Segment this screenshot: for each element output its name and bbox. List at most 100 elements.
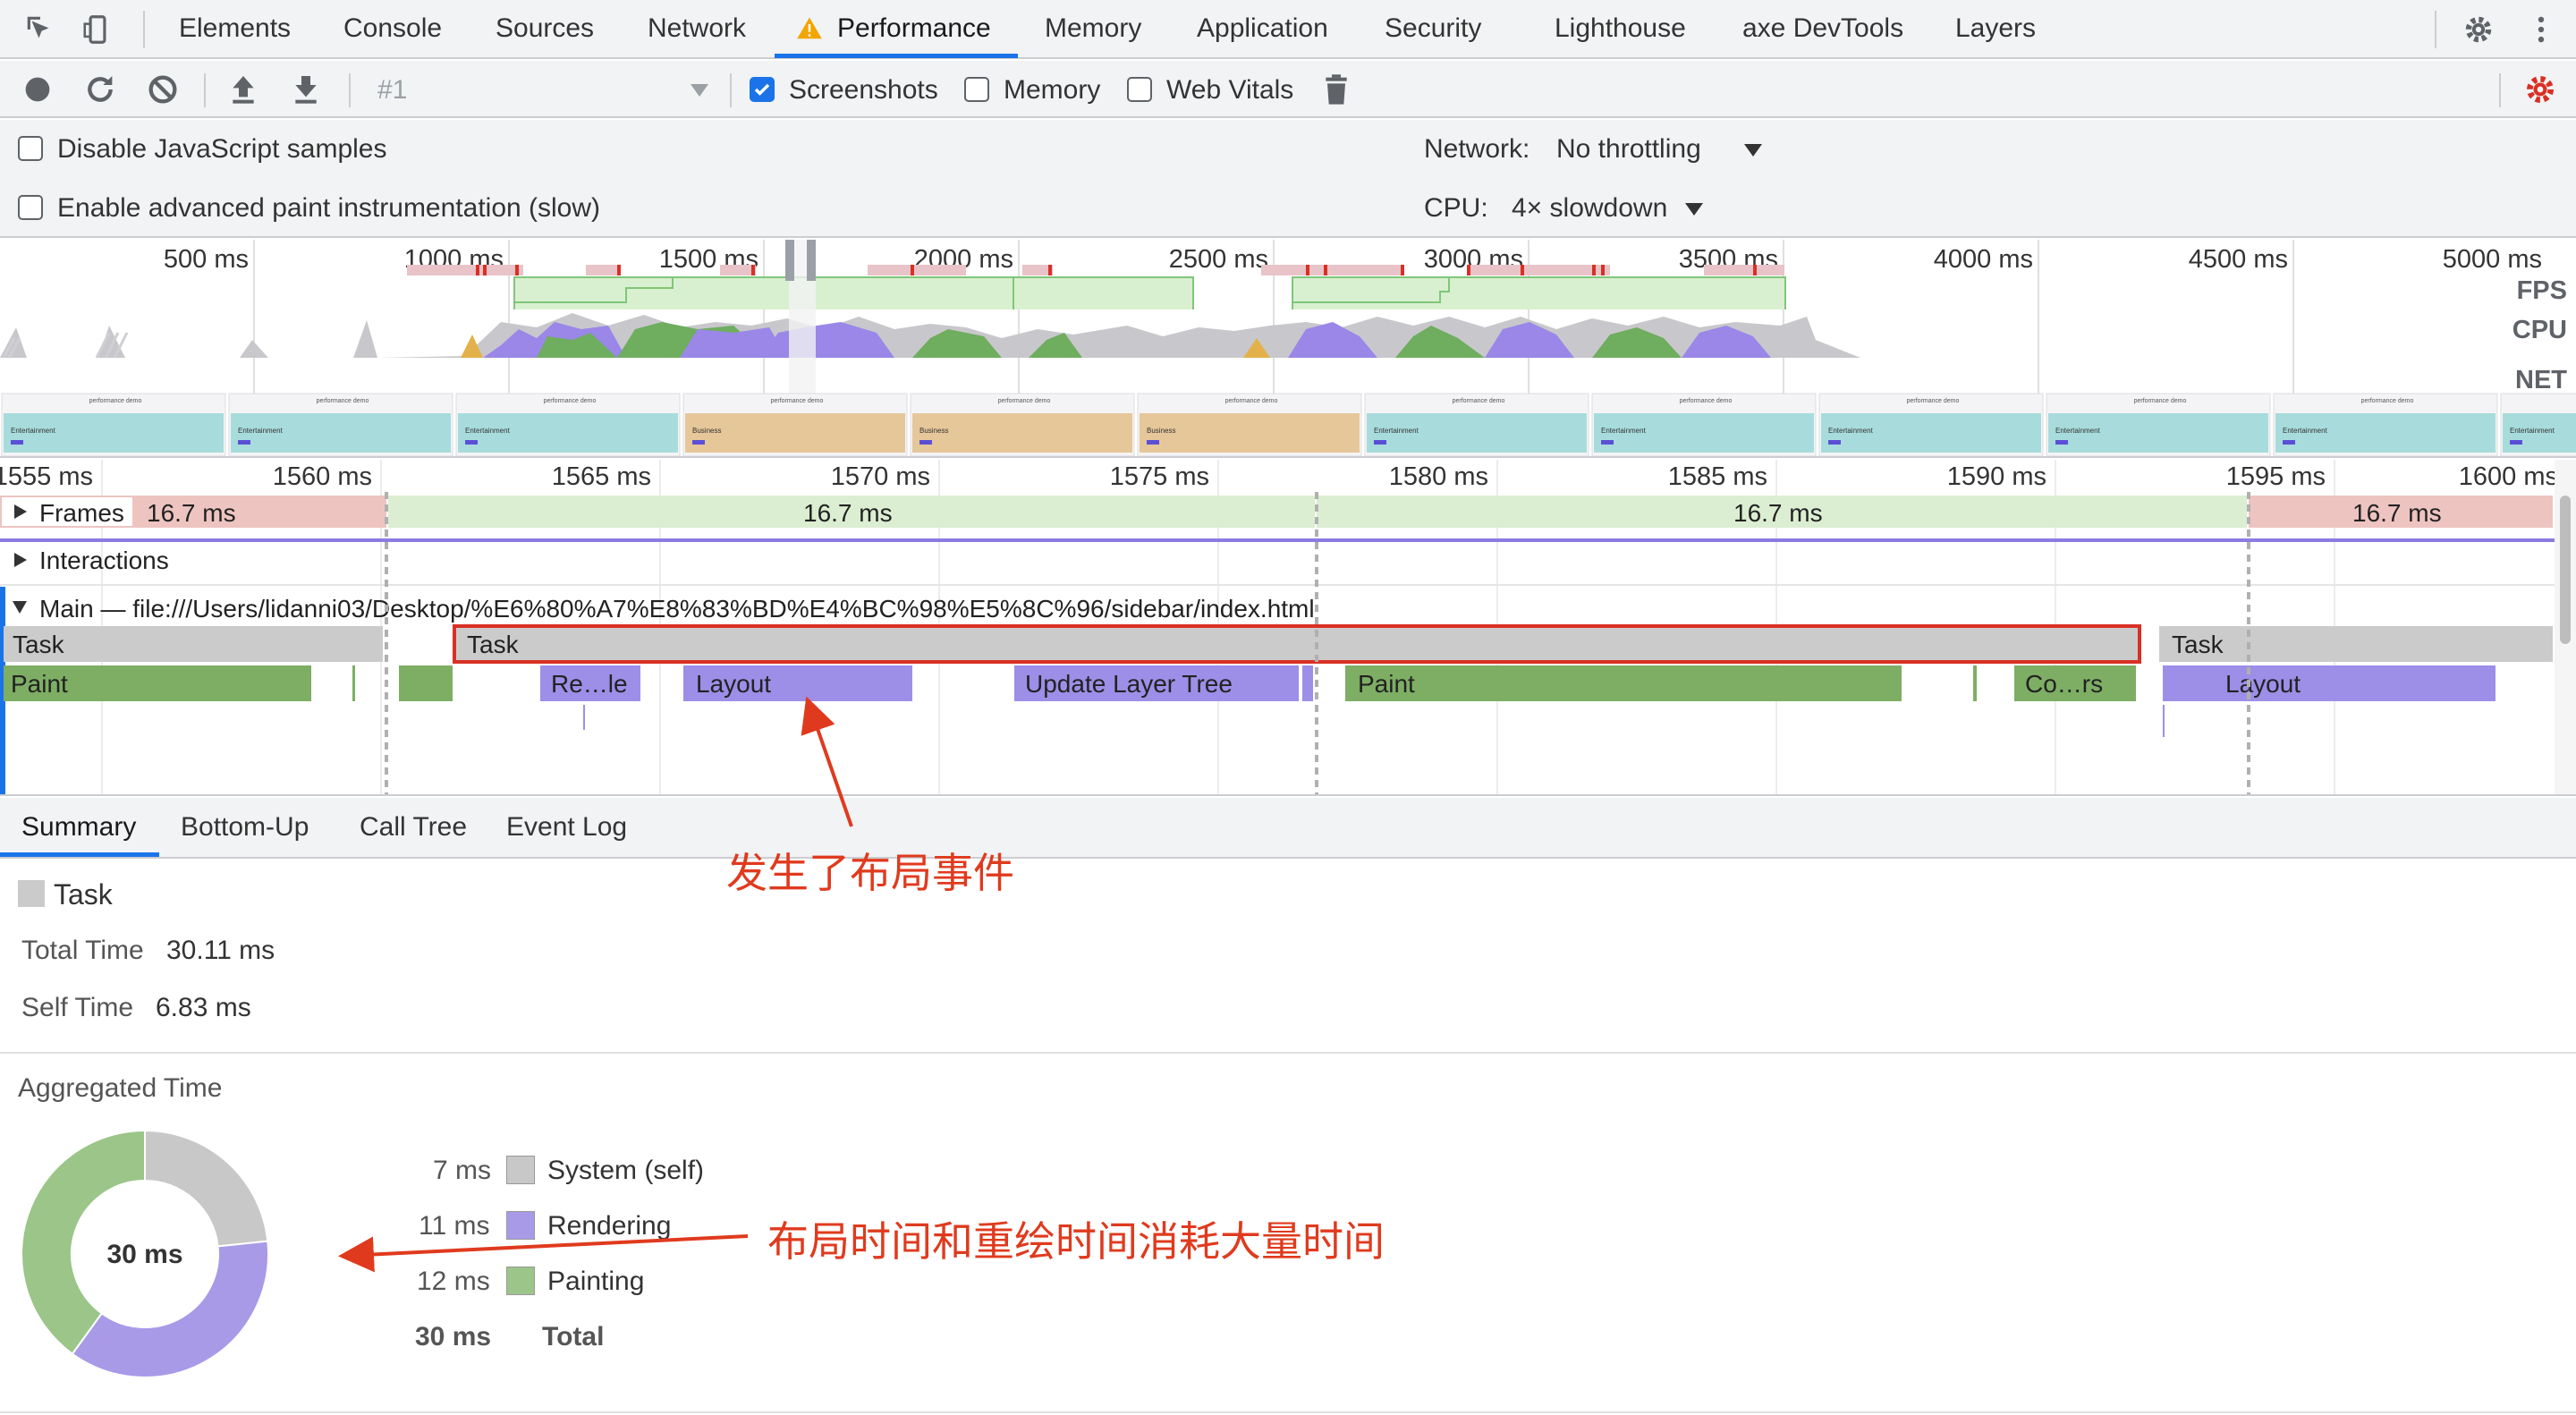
tab-application[interactable]: Application — [1197, 0, 1328, 57]
tab-layers[interactable]: Layers — [1955, 0, 2036, 57]
tab-axe-devtools[interactable]: axe DevTools — [1742, 0, 1903, 57]
legend-value-rendering: 11 ms — [419, 1211, 490, 1241]
tab-security[interactable]: Security — [1385, 0, 1481, 57]
annotation-layout-event: 发生了布局事件 — [726, 850, 1014, 896]
toolbar-separator — [2499, 73, 2501, 107]
overview-tick: 2500 ms — [1169, 245, 1268, 274]
fps-row-label: FPS — [2517, 276, 2567, 305]
network-throttle-label: Network: — [1424, 134, 1530, 164]
summary-pane: Task Total Time 30.11 ms Self Time 6.83 … — [0, 860, 2576, 1415]
self-time-value: 6.83 ms — [156, 993, 251, 1022]
frame-duration: 16.7 ms — [2352, 499, 2442, 527]
screenshot-thumbnail: performance demo Entertainment — [1818, 393, 2044, 456]
screenshot-title: performance demo — [1907, 398, 1960, 404]
frame-duration: 16.7 ms — [147, 499, 236, 527]
inspect-element-icon[interactable] — [23, 13, 57, 47]
tab-network[interactable]: Network — [648, 0, 746, 57]
flame-chart[interactable]: 1555 ms 1560 ms 1565 ms 1570 ms 1575 ms … — [0, 460, 2576, 796]
upload-profile-icon[interactable] — [225, 72, 261, 107]
screenshot-title: performance demo — [771, 398, 824, 404]
flame-tick: 1565 ms — [552, 462, 651, 491]
disable-js-samples-checkbox[interactable] — [18, 136, 43, 161]
capture-settings-pane: Disable JavaScript samples Enable advanc… — [0, 120, 2576, 238]
screenshot-label: Entertainment — [2283, 427, 2328, 435]
total-time-label: Total Time — [21, 936, 144, 965]
advanced-paint-label: Enable advanced paint instrumentation (s… — [57, 193, 601, 223]
more-options-icon[interactable] — [2524, 13, 2558, 47]
legend-label-rendering: Rendering — [547, 1211, 672, 1241]
tab-lighthouse[interactable]: Lighthouse — [1555, 0, 1686, 57]
flame-tick: 1590 ms — [1947, 462, 2046, 491]
legend-total-label: Total — [542, 1322, 605, 1351]
garbage-collect-icon[interactable] — [1318, 72, 1354, 107]
disable-js-samples-label: Disable JavaScript samples — [57, 134, 387, 164]
summary-bottom-border — [0, 1411, 2576, 1413]
capture-settings-gear-icon[interactable] — [2522, 72, 2558, 107]
tab-summary[interactable]: Summary — [21, 798, 136, 857]
paint-event — [1345, 665, 1902, 701]
tab-call-tree[interactable]: Call Tree — [360, 798, 467, 857]
overview-selection-handle-right — [807, 240, 816, 281]
screenshot-thumbnail: performance demo Business — [682, 393, 908, 456]
cpu-throttle-select[interactable]: 4× slowdown — [1512, 193, 1667, 224]
flame-tick: 1600 ms — [2459, 462, 2558, 491]
memory-checkbox[interactable] — [964, 77, 989, 102]
profile-select[interactable]: #1 — [377, 75, 407, 106]
net-row-label: NET — [2515, 366, 2567, 394]
tab-bottom-up[interactable]: Bottom-Up — [181, 798, 309, 857]
download-profile-icon[interactable] — [288, 72, 324, 107]
active-tab-indicator — [775, 54, 1018, 58]
tab-elements[interactable]: Elements — [179, 0, 291, 57]
legend-label-painting: Painting — [547, 1267, 645, 1296]
network-dropdown-arrow-icon[interactable] — [1744, 144, 1762, 157]
record-icon[interactable] — [20, 72, 55, 107]
legend-swatch-painting — [506, 1267, 535, 1295]
timeline-overview[interactable]: 500 ms 1000 ms 1500 ms 2000 ms 2500 ms 3… — [0, 240, 2576, 458]
cpu-dropdown-arrow-icon[interactable] — [1685, 203, 1703, 216]
overview-tick: 4000 ms — [1934, 245, 2033, 274]
screenshots-checkbox[interactable] — [750, 77, 775, 102]
flame-tick: 1560 ms — [273, 462, 372, 491]
screenshot-title: performance demo — [2361, 398, 2414, 404]
network-throttle-select[interactable]: No throttling — [1556, 134, 1701, 165]
tab-performance[interactable]: Performance — [837, 0, 991, 57]
tab-event-log[interactable]: Event Log — [506, 798, 627, 857]
legend-swatch-rendering — [506, 1211, 535, 1240]
frames-track-label: Frames — [39, 499, 124, 527]
event-label: Layout — [2225, 670, 2301, 698]
dropdown-arrow-icon[interactable] — [691, 84, 708, 97]
task-label: Task — [467, 631, 520, 658]
frame-duration: 16.7 ms — [1733, 499, 1823, 527]
screenshot-label: Entertainment — [1601, 427, 1647, 435]
event-label: Layout — [696, 670, 771, 698]
screenshots-label: Screenshots — [789, 75, 938, 105]
flame-tick: 1575 ms — [1110, 462, 1209, 491]
main-collapse-icon — [13, 601, 27, 614]
overview-tick: 500 ms — [164, 245, 249, 274]
tab-console[interactable]: Console — [343, 0, 442, 57]
cpu-activity-graph — [0, 313, 1860, 358]
flame-tick: 1595 ms — [2226, 462, 2326, 491]
frame-duration: 16.7 ms — [803, 499, 893, 527]
legend-value-system: 7 ms — [433, 1156, 492, 1185]
event-label: Paint — [1358, 670, 1415, 698]
web-vitals-checkbox[interactable] — [1127, 77, 1152, 102]
screenshot-label: Entertainment — [11, 427, 56, 435]
overview-canvas: 500 ms 1000 ms 1500 ms 2000 ms 2500 ms 3… — [0, 240, 2576, 456]
flame-chart-canvas: 1555 ms 1560 ms 1565 ms 1570 ms 1575 ms … — [0, 460, 2576, 794]
device-toolbar-icon[interactable] — [80, 13, 114, 47]
clear-icon[interactable] — [145, 72, 181, 107]
reload-profile-icon[interactable] — [82, 72, 118, 107]
screenshot-thumbnail: performance demo Entertainment — [1364, 393, 1589, 456]
tab-separator — [2435, 11, 2436, 48]
screenshot-label: Business — [919, 427, 948, 435]
screenshot-label: Entertainment — [1374, 427, 1419, 435]
screenshot-thumbnail: performance demo Entertainment — [2273, 393, 2498, 456]
settings-gear-icon[interactable] — [2462, 13, 2496, 47]
tab-sources[interactable]: Sources — [496, 0, 594, 57]
tab-memory[interactable]: Memory — [1045, 0, 1141, 57]
interactions-expand-icon — [14, 553, 27, 567]
task-color-swatch — [18, 880, 45, 907]
advanced-paint-checkbox[interactable] — [18, 195, 43, 220]
screenshot-thumbnail: performance demo Entertainment — [228, 393, 453, 456]
